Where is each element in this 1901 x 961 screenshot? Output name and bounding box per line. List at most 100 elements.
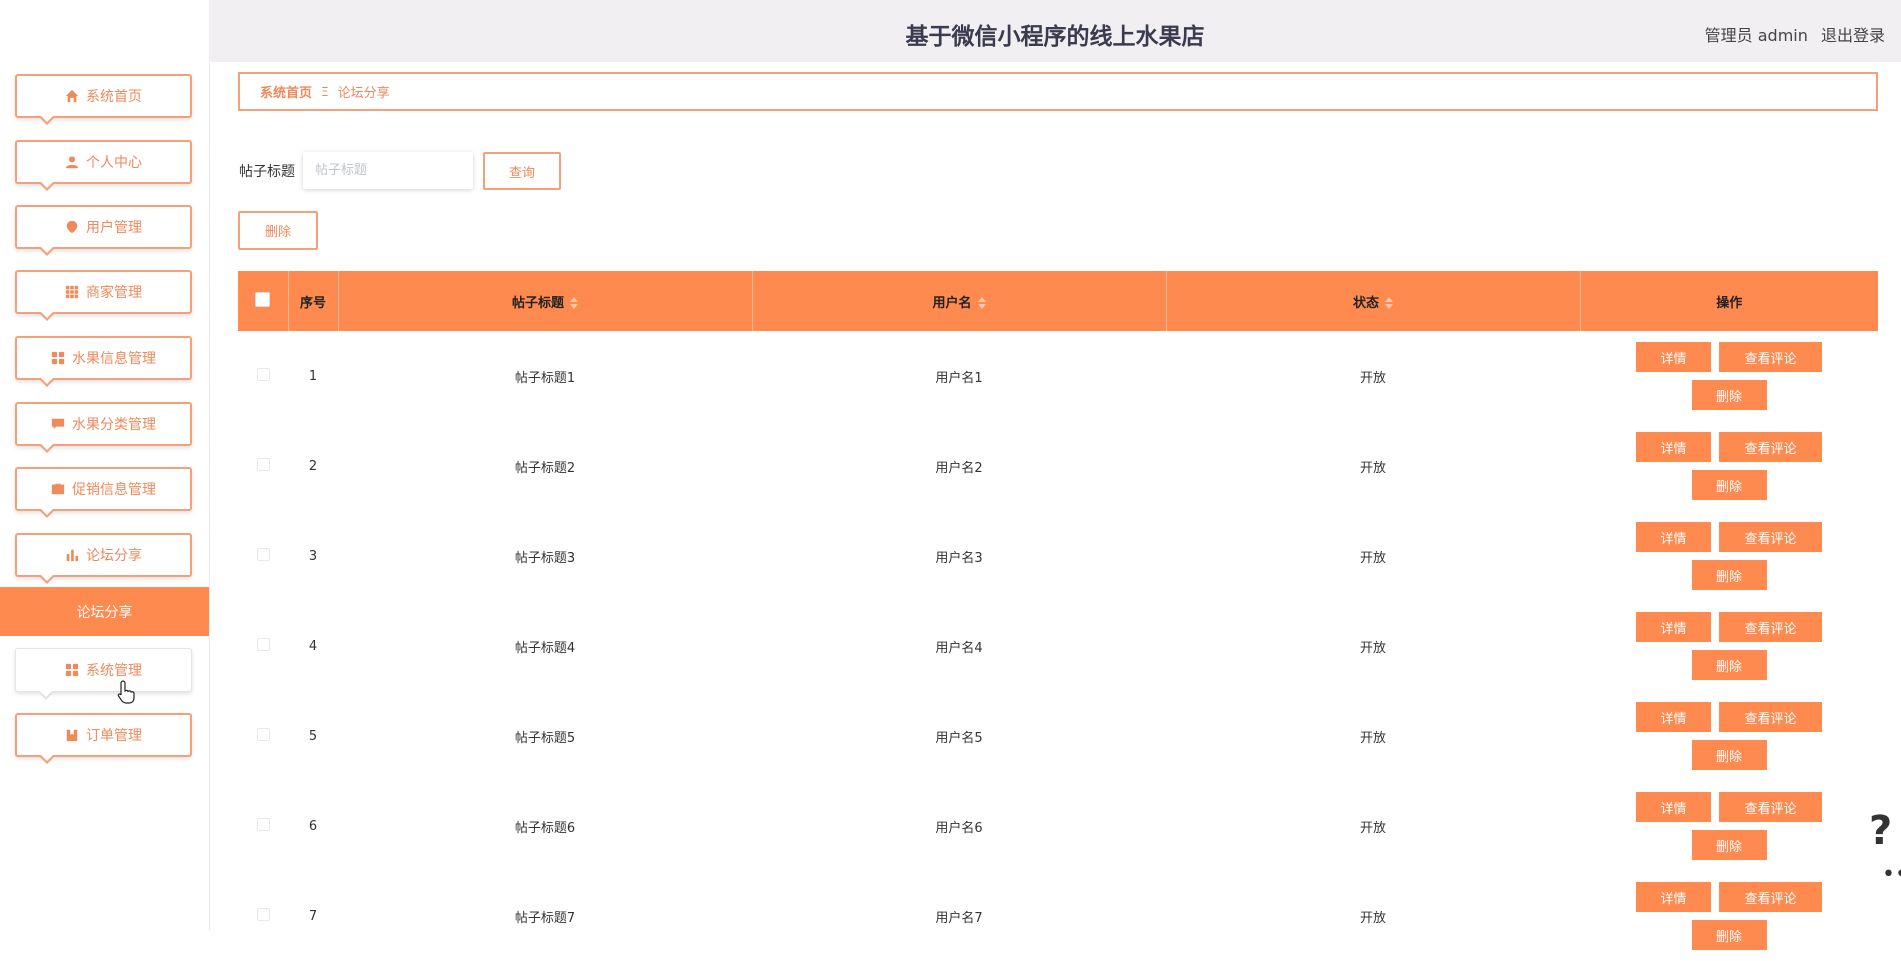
view-comments-button[interactable]: 查看评论	[1719, 702, 1822, 732]
row-checkbox[interactable]	[256, 547, 270, 561]
query-button[interactable]: 查询	[483, 152, 561, 190]
row-checkbox[interactable]	[256, 367, 270, 381]
menu-item-label: 论坛分享	[86, 548, 142, 564]
menu-item-merchant-management[interactable]: 商家管理	[15, 270, 192, 321]
menu-item-order-management[interactable]: 订单管理	[15, 713, 192, 764]
cell-index: 4	[308, 638, 318, 654]
detail-button[interactable]: 详情	[1636, 522, 1711, 552]
row-checkbox[interactable]	[256, 637, 270, 651]
column-header-actions: 操作	[1580, 271, 1878, 331]
menu-item-fruit-category[interactable]: 水果分类管理	[15, 402, 192, 453]
cell-title: 帖子标题6	[514, 820, 576, 836]
view-comments-button[interactable]: 查看评论	[1719, 612, 1822, 642]
breadcrumb-current: 论坛分享	[337, 86, 390, 101]
sort-icon[interactable]	[570, 297, 578, 309]
table-header-row: 序号 帖子标题 用户名 状态 操作	[238, 271, 1878, 331]
cell-status: 开放	[1359, 820, 1386, 836]
row-checkbox[interactable]	[256, 907, 270, 921]
select-all-checkbox-cell	[238, 271, 289, 331]
delete-button[interactable]: 删除	[238, 211, 318, 250]
menu-item-label: 系统管理	[86, 663, 142, 679]
briefcase-icon	[51, 482, 65, 496]
sort-icon[interactable]	[977, 297, 986, 309]
detail-button[interactable]: 详情	[1636, 342, 1711, 372]
forum-table: 序号 帖子标题 用户名 状态 操作 1 帖子标题1 用户名1 开放 详情 查看评论 删除 2 帖…	[238, 271, 1878, 961]
detail-button[interactable]: 详情	[1636, 792, 1711, 822]
row-delete-button[interactable]: 删除	[1691, 380, 1767, 410]
cell-index: 2	[308, 458, 318, 474]
cell-username: 用户名6	[935, 820, 983, 836]
cell-username: 用户名2	[935, 460, 983, 476]
row-checkbox[interactable]	[256, 817, 270, 831]
cell-actions: 详情 查看评论删除	[1580, 511, 1878, 601]
row-delete-button[interactable]: 删除	[1691, 470, 1767, 500]
cell-status: 开放	[1359, 460, 1386, 476]
search-input[interactable]	[303, 152, 473, 189]
view-comments-button[interactable]: 查看评论	[1719, 882, 1822, 912]
row-delete-button[interactable]: 删除	[1691, 560, 1767, 590]
detail-button[interactable]: 详情	[1636, 612, 1711, 642]
row-checkbox-cell	[238, 421, 288, 511]
view-comments-button[interactable]: 查看评论	[1719, 432, 1822, 462]
menu-item-forum[interactable]: 论坛分享	[15, 533, 192, 584]
cell-status: 开放	[1359, 550, 1386, 566]
view-comments-button[interactable]: 查看评论	[1719, 342, 1822, 372]
table-row: 2 帖子标题2 用户名2 开放 详情 查看评论 删除	[238, 421, 1878, 511]
column-header-username[interactable]: 用户名	[752, 271, 1167, 331]
column-header-index: 序号	[288, 271, 339, 331]
row-checkbox[interactable]	[256, 457, 270, 471]
select-all-checkbox[interactable]	[255, 291, 271, 307]
view-comments-button[interactable]: 查看评论	[1719, 792, 1822, 822]
column-header-status[interactable]: 状态	[1166, 271, 1581, 331]
column-header-title[interactable]: 帖子标题	[338, 271, 753, 331]
row-checkbox-cell	[238, 691, 288, 781]
menu-item-personal-center[interactable]: 个人中心	[15, 140, 192, 191]
cell-status: 开放	[1359, 910, 1386, 926]
cell-username: 用户名5	[935, 730, 983, 746]
table-row: 7 帖子标题7 用户名7 开放 详情 查看评论 删除	[238, 871, 1878, 961]
table-row: 6 帖子标题6 用户名6 开放 详情 查看评论删除	[238, 781, 1878, 871]
bar-chart-icon	[65, 548, 79, 562]
menu-item-home[interactable]: 系统首页	[15, 74, 192, 125]
row-checkbox[interactable]	[256, 727, 270, 741]
sort-icon[interactable]	[1385, 297, 1393, 309]
table-row: 5 帖子标题5 用户名5 开放 详情 查看评论 删除	[238, 691, 1878, 781]
user-icon	[65, 155, 79, 169]
submenu-label: 论坛分享	[76, 604, 133, 621]
cell-status: 开放	[1359, 730, 1386, 746]
menu-item-user-management[interactable]: 用户管理	[15, 205, 192, 256]
menu-item-label: 水果信息管理	[72, 351, 156, 367]
more-dots-icon: ••	[1882, 862, 1901, 887]
submenu-item-forum[interactable]: 论坛分享	[0, 587, 209, 636]
row-delete-button[interactable]: 删除	[1691, 920, 1767, 950]
menu-item-label: 促销信息管理	[72, 482, 156, 498]
menu-item-promotion[interactable]: 促销信息管理	[15, 467, 192, 518]
logout-link[interactable]: 退出登录	[1821, 26, 1885, 45]
cell-index: 7	[308, 908, 318, 924]
help-icon[interactable]: ?	[1869, 808, 1892, 854]
cell-index: 6	[308, 818, 318, 834]
cell-index: 5	[308, 728, 318, 744]
row-delete-button[interactable]: 删除	[1691, 830, 1767, 860]
menu-item-label: 商家管理	[86, 285, 142, 301]
app-title: 基于微信小程序的线上水果店	[905, 24, 1205, 50]
table-row: 3 帖子标题3 用户名3 开放 详情 查看评论 删除	[238, 511, 1878, 601]
cell-actions: 详情 查看评论删除	[1580, 871, 1878, 961]
detail-button[interactable]: 详情	[1636, 702, 1711, 732]
cell-title: 帖子标题3	[514, 550, 576, 566]
cell-title: 帖子标题4	[514, 640, 576, 656]
cell-actions: 详情 查看评论删除	[1580, 601, 1878, 691]
hand-cursor-icon	[117, 680, 135, 704]
cell-index: 3	[308, 548, 318, 564]
cell-username: 用户名1	[935, 370, 983, 386]
detail-button[interactable]: 详情	[1636, 432, 1711, 462]
breadcrumb-separator-icon: Ξ	[321, 84, 329, 99]
detail-button[interactable]: 详情	[1636, 882, 1711, 912]
breadcrumb-home[interactable]: 系统首页	[260, 82, 312, 101]
menu-item-system-management[interactable]: 系统管理	[15, 648, 192, 700]
row-delete-button[interactable]: 删除	[1691, 650, 1767, 680]
row-delete-button[interactable]: 删除	[1691, 740, 1767, 770]
menu-item-fruit-info[interactable]: 水果信息管理	[15, 336, 192, 387]
view-comments-button[interactable]: 查看评论	[1719, 522, 1822, 552]
apps-icon	[51, 351, 65, 365]
